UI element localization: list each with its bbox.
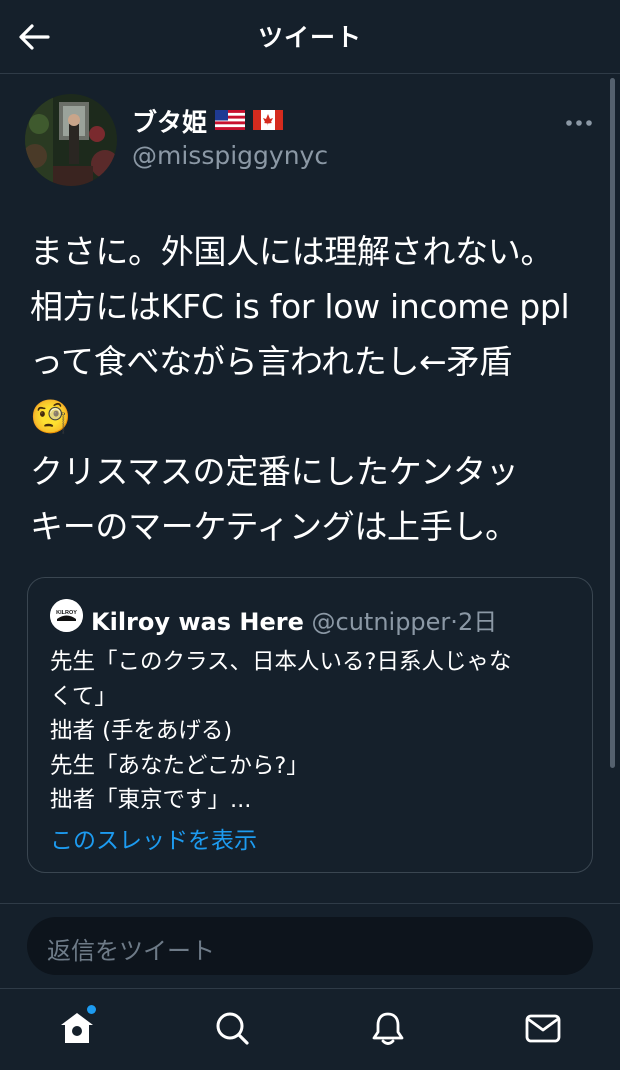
quoted-tweet-card[interactable]: KILROY Kilroy was Here @cutnipper·2日 先生「… — [27, 577, 593, 873]
author-name-text: ブタ姫 — [132, 108, 208, 137]
quoted-header: Kilroy was Here @cutnipper·2日 — [91, 602, 497, 637]
search-icon[interactable] — [213, 1009, 251, 1049]
author-display-name[interactable]: ブタ姫 — [132, 103, 284, 139]
quoted-text: 先生「このクラス、日本人いる?日系人じゃな くて」 拙者 (手をあげる) 先生「… — [50, 649, 512, 813]
quoted-avatar-text: KILROY — [56, 610, 77, 616]
mail-icon[interactable] — [524, 1009, 562, 1049]
reply-input[interactable]: 返信をツイート — [27, 917, 593, 975]
quoted-separator: · — [450, 608, 458, 636]
tweet-text: まさに。外国人には理解されない。 相方にはKFC is for low inco… — [30, 232, 570, 546]
canada-flag-icon — [253, 107, 284, 136]
quoted-display-name: Kilroy was Here — [91, 608, 304, 636]
divider — [0, 903, 620, 904]
page-title: ツイート — [257, 23, 362, 52]
home-icon[interactable] — [58, 1009, 96, 1049]
reply-placeholder: 返信をツイート — [47, 937, 215, 965]
quoted-handle: @cutnipper — [311, 608, 451, 636]
author-handle: @misspiggynyc — [132, 141, 329, 170]
show-thread-link[interactable]: このスレッドを表示 — [50, 821, 257, 855]
quoted-author-avatar: KILROY — [50, 599, 83, 632]
author-avatar[interactable] — [25, 94, 117, 186]
us-flag-icon — [215, 107, 246, 136]
notification-badge-dot — [87, 1005, 96, 1014]
quoted-age: 2日 — [457, 608, 498, 636]
bell-icon[interactable] — [369, 1009, 407, 1049]
scrollbar[interactable] — [610, 78, 615, 768]
ellipsis-icon[interactable] — [564, 110, 594, 136]
bottom-tab-bar — [0, 988, 620, 1070]
top-bar: ツイート — [0, 0, 620, 74]
